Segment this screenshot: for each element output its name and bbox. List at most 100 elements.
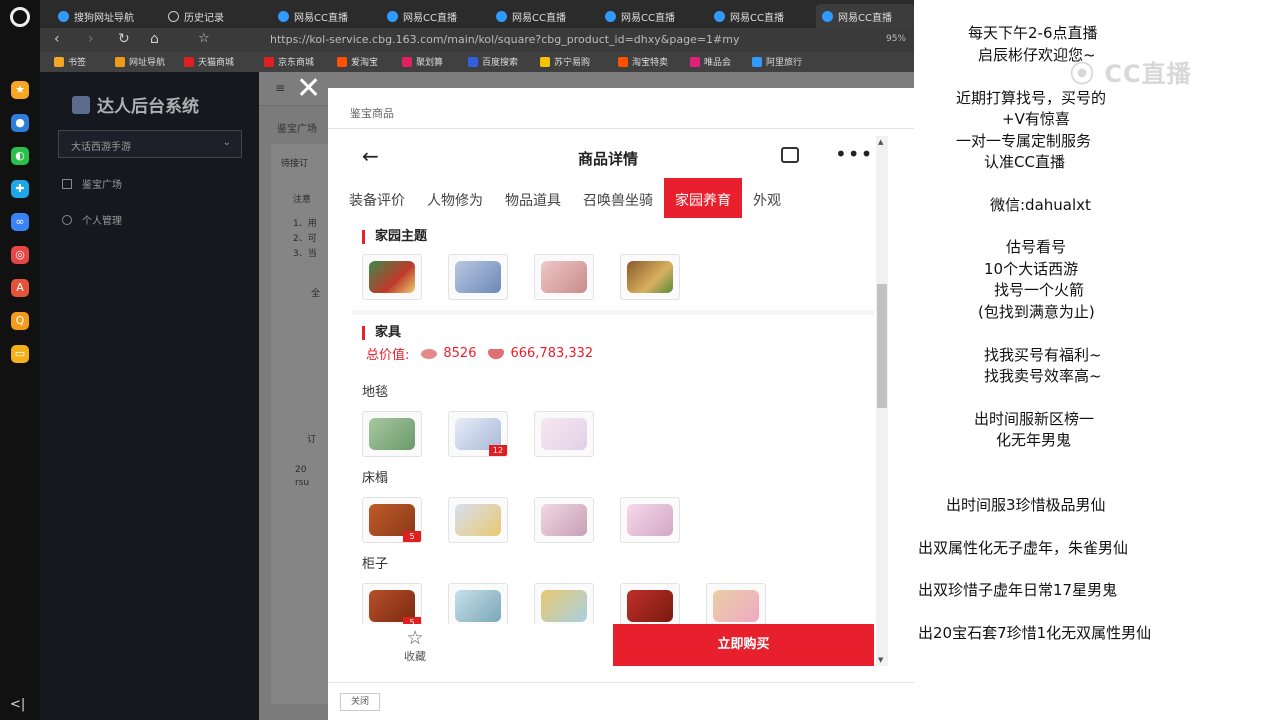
browser-tab-active[interactable]: 网易CC直播 (816, 4, 914, 28)
gem-icon (421, 348, 438, 359)
tab-items[interactable]: 物品道具 (494, 178, 572, 218)
bed-item[interactable]: 5 (362, 497, 422, 543)
close-icon[interactable]: ✕ (296, 74, 321, 104)
home-icon[interactable]: ⌂ (150, 31, 159, 47)
app-folder-icon[interactable]: ▭ (11, 345, 29, 363)
count-badge: 5 (403, 531, 421, 542)
cabinet-item[interactable] (448, 583, 508, 624)
tab-label: 网易CC直播 (403, 12, 457, 24)
buy-now-button[interactable]: 立即购买 (613, 624, 874, 666)
modal-title: 鉴宝商品 (350, 107, 394, 120)
grid-icon (62, 178, 72, 189)
bed-item[interactable] (620, 497, 680, 543)
app-red-icon[interactable]: ◎ (11, 246, 29, 264)
carpet-item[interactable] (534, 411, 594, 457)
building-icon (369, 261, 415, 293)
browser-tab[interactable]: 网易CC直播 (381, 4, 481, 28)
bookmark-item[interactable]: 京东商城 (264, 55, 314, 68)
tab-appearance[interactable]: 外观 (742, 178, 792, 218)
tab-pets-mounts[interactable]: 召唤兽坐骑 (572, 178, 664, 218)
home-theme-item[interactable] (534, 254, 594, 300)
browser-tab[interactable]: 网易CC直播 (599, 4, 699, 28)
carpet-item[interactable] (362, 411, 422, 457)
address-bar: ‹ › ↻ ⌂ ☆ https://kol-service.cbg.163.co… (40, 28, 914, 52)
bookmark-item[interactable]: 聚划算 (402, 55, 443, 68)
browser-tab[interactable]: 网易CC直播 (490, 4, 590, 28)
bed-item[interactable] (448, 497, 508, 543)
cc-icon (714, 10, 725, 22)
bookmark-item[interactable]: 爱淘宝 (337, 55, 378, 68)
close-button[interactable]: 关闭 (340, 693, 381, 711)
bookmark-item[interactable]: 天猫商城 (184, 55, 234, 68)
bookmark-item[interactable]: 阿里旅行 (752, 55, 802, 68)
overlay-line: 微信:dahualxt (990, 196, 1091, 214)
app-wechat-icon[interactable]: ◐ (11, 147, 29, 165)
subcategory-bed: 床榻 (362, 471, 389, 486)
dock-collapse-icon[interactable]: <| (10, 697, 25, 712)
browser-tab[interactable]: 网易CC直播 (272, 4, 372, 28)
bookmark-icon (184, 56, 194, 67)
sidebar-item-personal[interactable]: 个人管理 (62, 212, 122, 227)
bookmark-item[interactable]: 百度搜索 (468, 55, 518, 68)
scrollbar-thumb[interactable] (877, 284, 887, 408)
reload-icon[interactable]: ↻ (118, 31, 130, 47)
app-search-icon[interactable]: Q (11, 312, 29, 330)
tab-home[interactable]: 家园养育 (664, 178, 742, 218)
cabinet-item[interactable] (620, 583, 680, 624)
back-icon[interactable]: ‹ (54, 31, 60, 47)
overlay-line: (包找到满意为止) (978, 303, 1095, 321)
cabinet-item[interactable]: 5 (362, 583, 422, 624)
home-theme-item[interactable] (448, 254, 508, 300)
section-divider (352, 310, 874, 315)
divider (328, 128, 914, 129)
bookmark-item[interactable]: 苏宁易购 (540, 55, 590, 68)
app-pdf-icon[interactable]: A (11, 279, 29, 297)
sidebar-title: 达人后台系统 (72, 92, 199, 117)
cabinet-icon (455, 590, 501, 622)
app-logo-icon[interactable] (10, 7, 30, 27)
home-theme-item[interactable] (620, 254, 680, 300)
count-badge: 5 (403, 617, 421, 624)
browser-tab[interactable]: 搜狗网址导航 (52, 4, 152, 28)
bookmark-item[interactable]: 书签 (54, 55, 86, 68)
zoom-level[interactable]: 95% (886, 34, 906, 44)
forward-icon[interactable]: › (88, 31, 94, 47)
cabinet-item[interactable] (534, 583, 594, 624)
menu-icon[interactable]: ≡ (275, 81, 285, 95)
bookmark-item[interactable]: 淘宝特卖 (618, 55, 668, 68)
bookmark-item[interactable]: 唯品会 (690, 55, 731, 68)
scrollbar[interactable]: ▲ ▼ (876, 136, 888, 666)
bookmark-item[interactable]: 网址导航 (115, 55, 165, 68)
browser-tab-bar: 搜狗网址导航 历史记录 网易CC直播 网易CC直播 网易CC直播 网易CC直播 … (40, 0, 914, 28)
tab-label: 网易CC直播 (294, 12, 348, 24)
browser-tab[interactable]: 历史记录 (162, 4, 262, 28)
url-field[interactable]: https://kol-service.cbg.163.com/main/kol… (270, 33, 740, 46)
app-blue2-icon[interactable]: ∞ (11, 213, 29, 231)
app-blue-icon[interactable]: ● (11, 114, 29, 132)
subcategory-carpet: 地毯 (362, 385, 389, 400)
scroll-up-icon[interactable]: ▲ (878, 138, 883, 146)
building-icon (627, 261, 673, 293)
breadcrumb: 鉴宝广场 (277, 124, 317, 135)
bed-item[interactable] (534, 497, 594, 543)
overlay-line: 化无年男鬼 (996, 431, 1072, 449)
cc-icon (278, 10, 289, 22)
favorite-button[interactable]: ☆ 收藏 (400, 628, 430, 664)
tab-cultivation[interactable]: 人物修为 (416, 178, 494, 218)
game-select[interactable]: 大话西游手游 ⌄ (58, 130, 242, 158)
home-theme-item[interactable] (362, 254, 422, 300)
tab-equipment[interactable]: 装备评价 (338, 178, 416, 218)
app-orange-icon[interactable]: ★ (11, 81, 29, 99)
detail-body: 家园主题 家具 总价值: 8526 666,783,332 地毯 12 床榻 5 (338, 218, 878, 624)
carpet-item[interactable]: 12 (448, 411, 508, 457)
sidebar-item-square[interactable]: 鉴宝广场 (62, 176, 122, 191)
browser-tab[interactable]: 网易CC直播 (708, 4, 808, 28)
scroll-down-icon[interactable]: ▼ (878, 656, 883, 664)
share-icon[interactable] (781, 147, 799, 163)
more-icon[interactable]: ••• (835, 142, 873, 166)
cabinet-item[interactable] (706, 583, 766, 624)
detail-footer: ☆ 收藏 立即购买 (338, 624, 878, 668)
app-cyan-icon[interactable]: ✚ (11, 180, 29, 198)
bookmark-icon (264, 56, 274, 67)
bookmark-star-icon[interactable]: ☆ (198, 31, 210, 46)
